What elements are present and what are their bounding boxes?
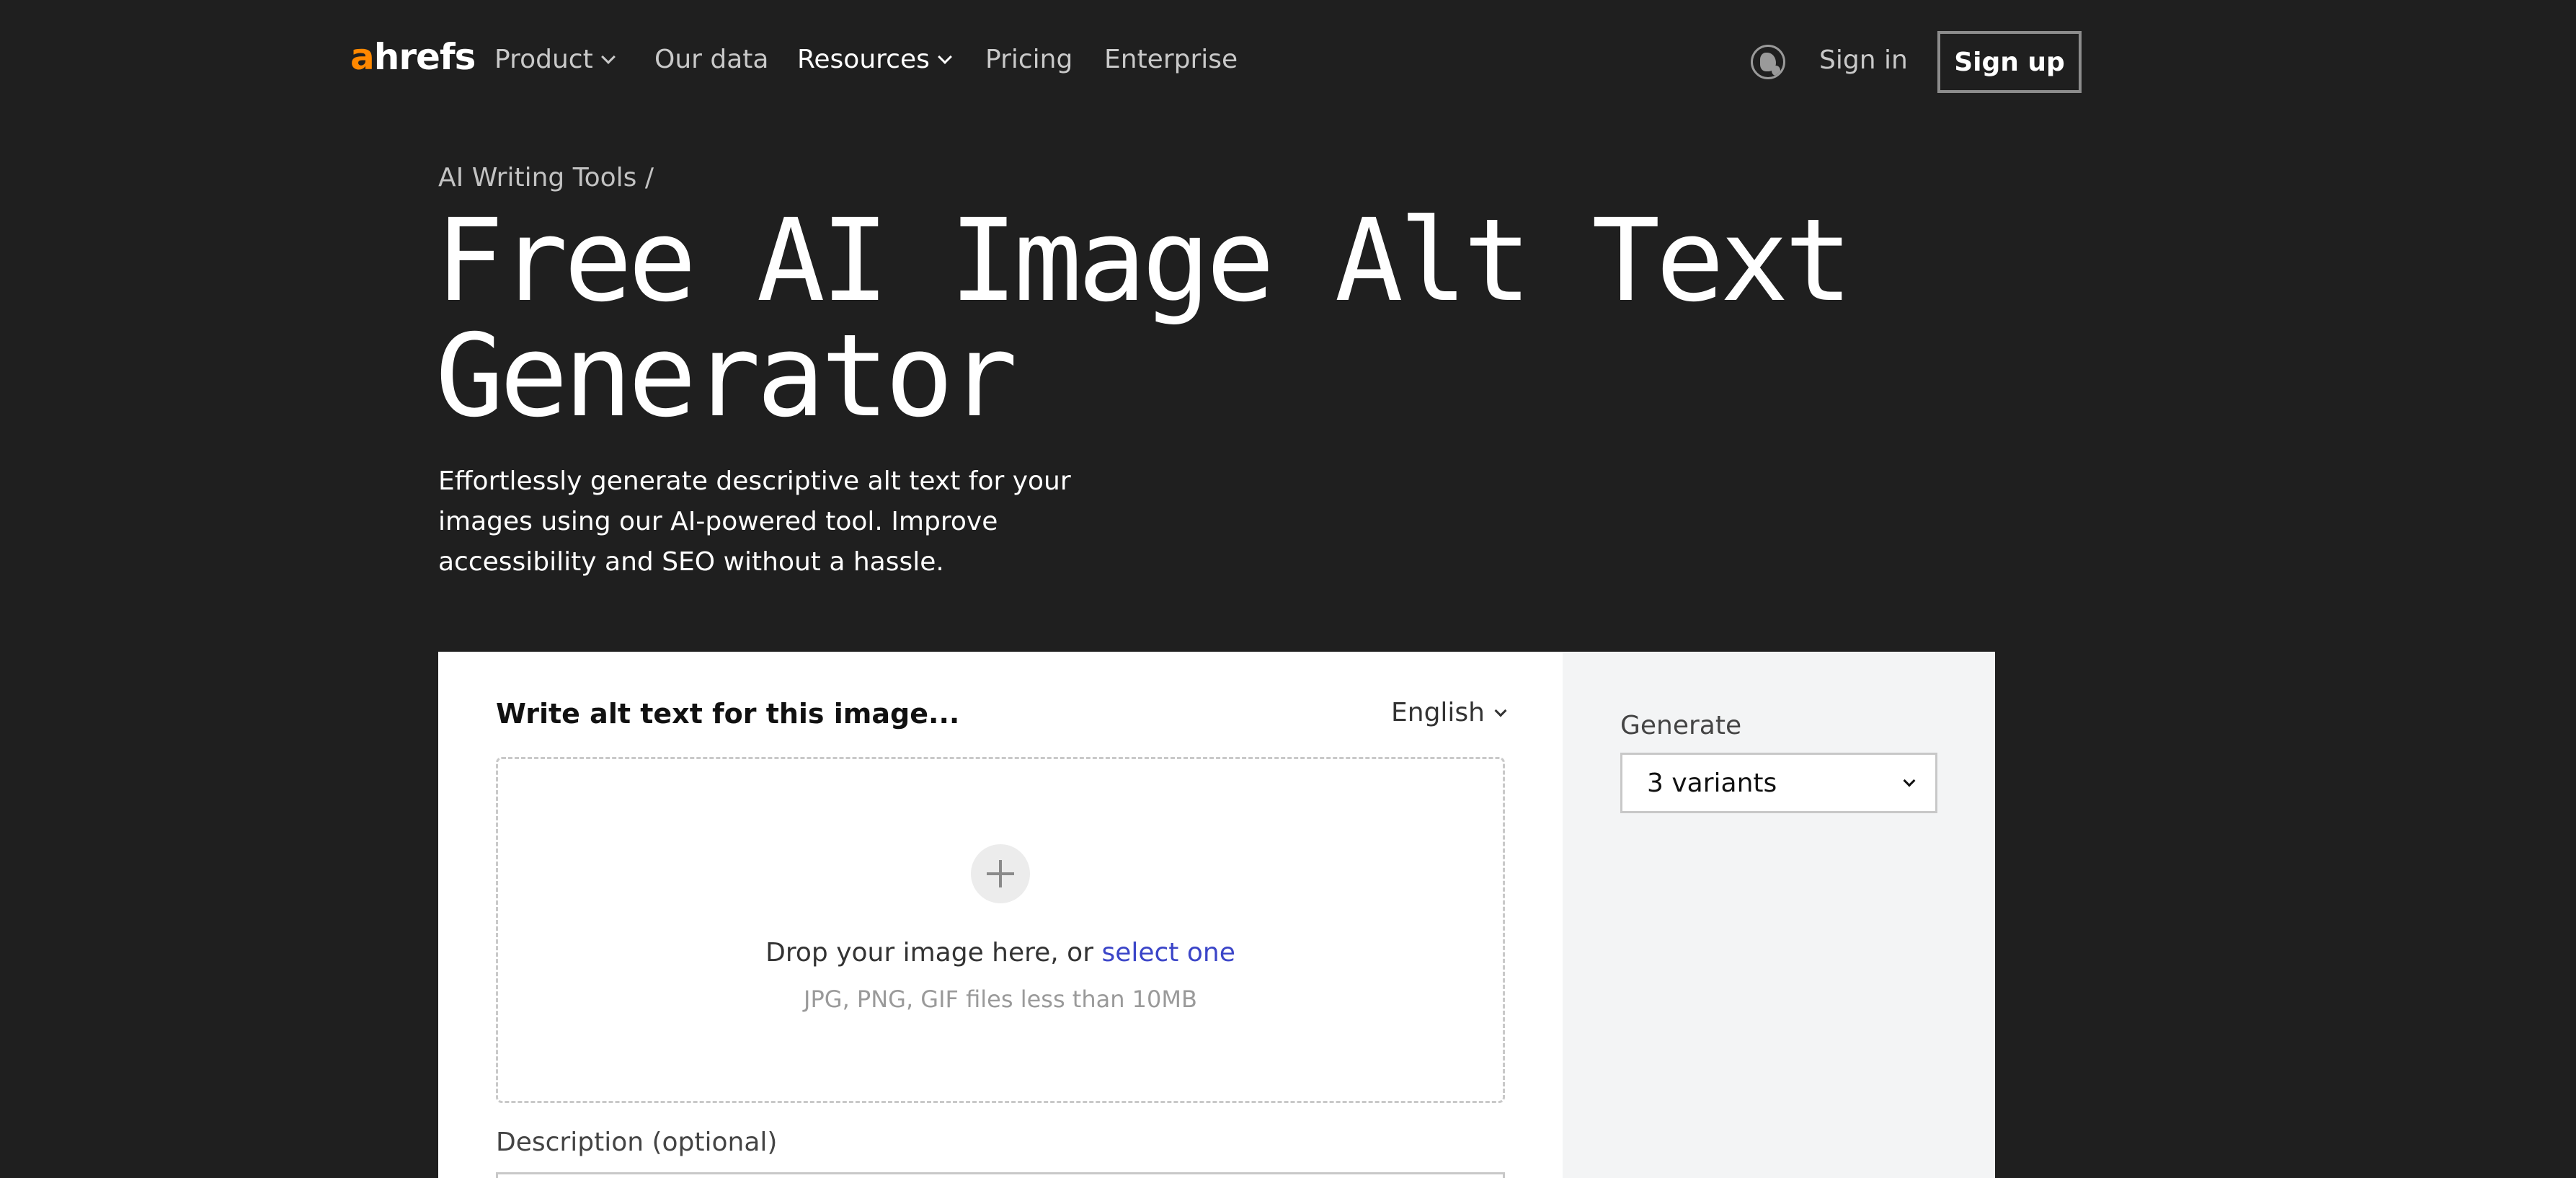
chevron-down-icon — [600, 49, 616, 64]
nav-item-enterprise[interactable]: Enterprise — [1104, 45, 1238, 74]
top-nav: ahrefs Product Our data Resources Pricin… — [0, 0, 2576, 123]
nav-item-label: Enterprise — [1104, 45, 1238, 74]
sign-up-button[interactable]: Sign up — [1937, 31, 2082, 93]
generate-label: Generate — [1620, 711, 1742, 740]
ahrefs-logo[interactable]: ahrefs — [350, 36, 476, 78]
sign-in-link[interactable]: Sign in — [1819, 45, 1908, 75]
select-file-link[interactable]: select one — [1101, 938, 1235, 967]
nav-item-pricing[interactable]: Pricing — [985, 45, 1072, 74]
variants-select[interactable]: 3 variants — [1620, 753, 1937, 813]
nav-item-label: Our data — [654, 45, 769, 74]
options-panel: Generate 3 variants — [1563, 652, 1995, 1178]
card-title: Write alt text for this image... — [496, 698, 960, 730]
language-value: English — [1391, 698, 1485, 727]
language-select[interactable]: English — [1391, 698, 1507, 727]
nav-item-label: Pricing — [985, 45, 1073, 74]
dropzone-hint: JPG, PNG, GIF files less than 10MB — [804, 986, 1197, 1013]
nav-item-product[interactable]: Product — [494, 45, 616, 74]
image-dropzone[interactable]: Drop your image here, or select one JPG,… — [496, 757, 1505, 1103]
plus-icon[interactable] — [971, 844, 1030, 903]
chevron-down-icon — [937, 49, 952, 64]
dropzone-text: Drop your image here, or select one — [498, 938, 1503, 967]
chevron-down-icon — [1494, 704, 1507, 717]
breadcrumb[interactable]: AI Writing Tools / — [438, 163, 654, 192]
page-subtitle: Effortlessly generate descriptive alt te… — [438, 466, 1071, 577]
globe-land-shape — [1772, 66, 1780, 76]
nav-item-our-data[interactable]: Our data — [654, 45, 768, 74]
globe-icon[interactable] — [1751, 45, 1785, 79]
variants-value: 3 variants — [1647, 768, 1777, 798]
nav-item-resources[interactable]: Resources — [797, 45, 952, 74]
logo-text: hrefs — [373, 36, 476, 78]
page-title-line: Generator — [435, 310, 1018, 443]
dropzone-prompt: Drop your image here, or — [765, 938, 1093, 967]
description-input[interactable] — [496, 1172, 1505, 1178]
nav-item-label: Product — [494, 45, 593, 74]
page: ahrefs Product Our data Resources Pricin… — [0, 0, 2576, 1178]
nav-item-label: Resources — [797, 45, 930, 74]
page-title-line: Free AI Image Alt Text — [435, 195, 1853, 327]
tool-card: Write alt text for this image... English… — [438, 652, 1563, 1178]
chevron-down-icon — [1903, 774, 1916, 787]
page-title: Free AI Image Alt Text Generator — [435, 203, 1877, 434]
logo-a: a — [350, 36, 375, 78]
description-label: Description (optional) — [496, 1128, 778, 1157]
